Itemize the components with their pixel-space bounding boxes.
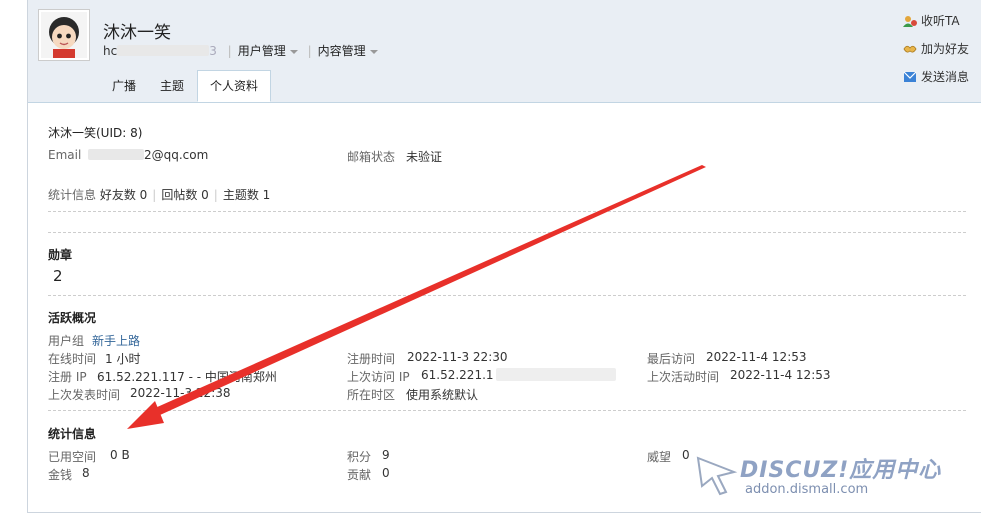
replies-count-link[interactable]: 回帖数 0 — [161, 188, 208, 202]
medals-value: 2 — [53, 267, 63, 285]
avatar-image — [41, 12, 87, 58]
stats-line: 统计信息 好友数 0 | 回帖数 0 | 主题数 1 — [48, 186, 270, 203]
content-manage-menu[interactable]: 内容管理 — [318, 44, 378, 58]
email-status-value: 未验证 — [406, 150, 443, 164]
redacted-block — [88, 149, 144, 160]
used-space-label: 已用空间 — [48, 450, 97, 464]
content-manage-label: 内容管理 — [317, 44, 366, 58]
prestige-label: 威望 — [647, 450, 672, 464]
prestige-value: 0 — [682, 448, 690, 462]
divider: | — [307, 44, 312, 58]
credits-label: 积分 — [347, 450, 372, 464]
last-post-value: 2022-11-3 22:38 — [130, 386, 231, 400]
profile-name-uid: 沐沐一笑(UID: 8) — [48, 126, 143, 140]
chevron-down-icon — [369, 49, 378, 54]
watermark-url: addon.dismall.com — [745, 482, 869, 497]
last-active-label: 上次活动时间 — [647, 370, 720, 384]
contribution-value: 0 — [382, 466, 390, 480]
chevron-down-icon — [289, 49, 298, 54]
last-post-label: 上次发表时间 — [48, 388, 121, 402]
usergroup-link[interactable]: 新手上路 — [92, 332, 140, 349]
send-message-button[interactable]: 发送消息 — [903, 68, 969, 85]
last-ip-field: 61.52.221.1 — [421, 368, 616, 382]
tab-label: 主题 — [159, 79, 184, 93]
profile-username: 沐沐一笑 — [103, 23, 171, 43]
user-manage-menu[interactable]: 用户管理 — [238, 44, 298, 58]
reg-ip-value: 61.52.221.117 - - 中国河南郑州 — [97, 370, 277, 384]
money-value: 8 — [82, 466, 90, 480]
listen-button[interactable]: 收听TA — [903, 12, 960, 29]
redacted-block — [495, 368, 616, 381]
listen-label: 收听TA — [921, 14, 960, 28]
email-value: 2@qq.com — [144, 148, 209, 162]
online-time-label: 在线时间 — [48, 352, 97, 366]
last-visit-label: 最后访问 — [647, 352, 696, 366]
friends-count-link[interactable]: 好友数 0 — [100, 188, 147, 202]
profile-sub-blurred: 3 — [209, 44, 218, 58]
tab-threads[interactable]: 主题 — [148, 70, 196, 102]
last-visit-value: 2022-11-4 12:53 — [706, 350, 807, 364]
profile-subline: hc 3 | 用户管理 | 内容管理 — [103, 42, 378, 59]
stats-line-label: 统计信息 — [48, 188, 97, 202]
divider — [48, 295, 966, 296]
tab-label: 个人资料 — [209, 79, 258, 93]
usergroup-label: 用户组 — [48, 334, 85, 348]
divider: | — [227, 44, 232, 58]
timezone-label: 所在时区 — [347, 388, 396, 402]
credits-value: 9 — [382, 448, 390, 462]
divider — [48, 232, 966, 233]
timezone-value: 使用系统默认 — [406, 388, 479, 402]
contribution-label: 贡献 — [347, 468, 372, 482]
threads-count-link[interactable]: 主题数 1 — [223, 188, 270, 202]
redacted-block — [117, 45, 210, 56]
money-label: 金钱 — [48, 468, 73, 482]
last-ip-label: 上次访问 IP — [347, 370, 410, 384]
tab-broadcast[interactable]: 广播 — [100, 70, 148, 102]
divider — [48, 211, 966, 212]
divider — [48, 410, 966, 411]
add-friend-label: 加为好友 — [921, 42, 970, 56]
email-field: 2@qq.com — [88, 148, 208, 162]
user-manage-label: 用户管理 — [237, 44, 286, 58]
divider: | — [213, 188, 218, 202]
activity-title: 活跃概况 — [48, 311, 97, 325]
send-message-label: 发送消息 — [921, 70, 970, 84]
cursor-icon — [696, 456, 738, 496]
listen-icon — [903, 16, 917, 27]
reg-time-label: 注册时间 — [347, 352, 396, 366]
medals-title: 勋章 — [48, 248, 73, 262]
stats-title: 统计信息 — [48, 427, 97, 441]
profile-sub-prefix: hc — [103, 44, 118, 58]
reg-time-value: 2022-11-3 22:30 — [407, 350, 508, 364]
watermark-title: DISCUZ!应用中心 — [740, 458, 942, 483]
email-status-label: 邮箱状态 — [347, 150, 396, 164]
add-friend-button[interactable]: 加为好友 — [903, 40, 969, 57]
message-icon — [903, 71, 917, 82]
avatar[interactable] — [38, 9, 90, 61]
online-time-value: 1 小时 — [105, 352, 141, 366]
divider: | — [152, 188, 157, 202]
reg-ip-label: 注册 IP — [48, 370, 87, 384]
tab-profile[interactable]: 个人资料 — [197, 70, 271, 102]
used-space-value: 0 B — [110, 448, 130, 462]
tab-label: 广播 — [111, 79, 136, 93]
email-label: Email — [48, 148, 82, 162]
add-friend-icon — [903, 45, 917, 53]
last-active-value: 2022-11-4 12:53 — [730, 368, 831, 382]
last-ip-value: 61.52.221.1 — [421, 368, 494, 382]
